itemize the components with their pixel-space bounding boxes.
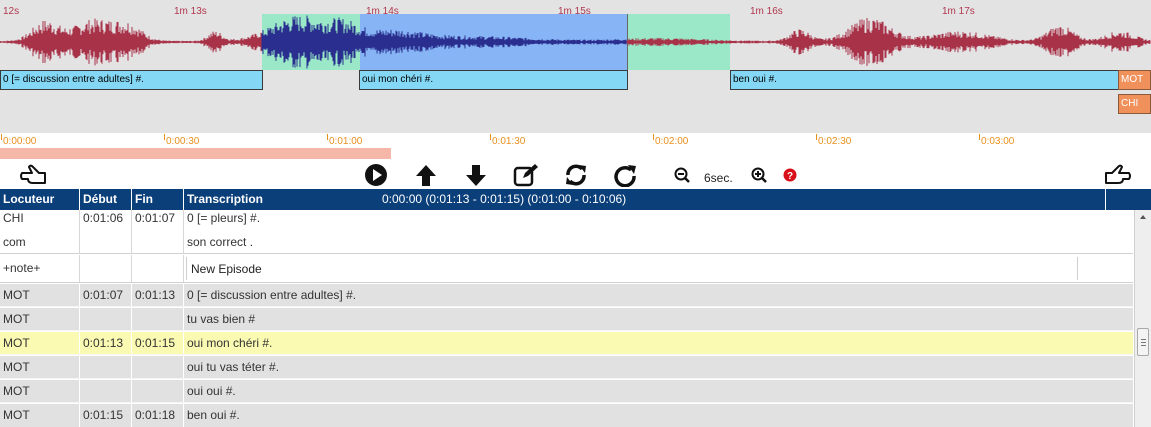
time-label: 12s bbox=[3, 6, 20, 17]
cell-transcription[interactable]: son correct . bbox=[184, 233, 1106, 253]
speaker-track-chi[interactable]: CHI bbox=[1118, 94, 1151, 114]
cell-speaker: MOT bbox=[0, 404, 80, 427]
timeline-tick bbox=[653, 134, 654, 140]
arrow-down-icon[interactable] bbox=[463, 162, 489, 188]
cell-end: 0:01:18 bbox=[132, 404, 184, 427]
cell-start: 0:01:07 bbox=[80, 284, 132, 306]
timeline-label: 0:00:00 bbox=[3, 136, 37, 147]
help-icon[interactable]: ? bbox=[782, 162, 798, 188]
table-header: Locuteur Début Fin Transcription 0:00:00… bbox=[0, 189, 1151, 210]
time-label: 1m 13s bbox=[174, 6, 207, 17]
table-row[interactable]: MOT tu vas bien # bbox=[0, 308, 1133, 331]
header-end[interactable]: Fin bbox=[132, 189, 184, 210]
refresh-icon[interactable] bbox=[563, 162, 589, 188]
cell-end: 0:01:15 bbox=[132, 332, 184, 354]
cell-speaker: MOT bbox=[0, 284, 80, 306]
note-input[interactable]: New Episode bbox=[186, 257, 1078, 280]
speaker-track-mot[interactable]: MOT bbox=[1118, 70, 1151, 90]
scroll-thumb[interactable] bbox=[1137, 328, 1149, 356]
cell-transcription[interactable]: oui tu vas téter #. bbox=[184, 356, 1106, 378]
timeline-tick bbox=[816, 134, 817, 140]
segment-ben-oui[interactable]: ben oui #. bbox=[730, 70, 1119, 90]
svg-text:?: ? bbox=[787, 171, 793, 182]
cell-start bbox=[80, 255, 132, 282]
cell-start: 0:01:13 bbox=[80, 332, 132, 354]
header-transcription[interactable]: Transcription bbox=[184, 189, 1106, 210]
cell-end bbox=[132, 233, 184, 253]
zoom-in-icon[interactable] bbox=[750, 162, 768, 188]
timeline-tick bbox=[979, 134, 980, 140]
cell-speaker: MOT bbox=[0, 380, 80, 402]
time-label: 1m 15s bbox=[558, 6, 591, 17]
cell-speaker: CHI bbox=[0, 210, 80, 233]
time-label: 1m 17s bbox=[942, 6, 975, 17]
hand-left-icon[interactable] bbox=[18, 162, 50, 188]
segment-discussion[interactable]: 0 [= discussion entre adultes] #. bbox=[0, 70, 263, 90]
header-speaker[interactable]: Locuteur bbox=[0, 189, 80, 210]
zoom-out-icon[interactable] bbox=[673, 162, 691, 188]
cell-speaker: +note+ bbox=[0, 255, 80, 282]
edit-icon[interactable] bbox=[513, 162, 539, 188]
redo-icon[interactable] bbox=[612, 162, 638, 188]
hand-right-icon[interactable] bbox=[1101, 162, 1133, 188]
cell-transcription[interactable]: ben oui #. bbox=[184, 404, 1106, 427]
timeline-tick bbox=[490, 134, 491, 140]
header-start[interactable]: Début bbox=[80, 189, 132, 210]
timeline-progress-bar[interactable] bbox=[0, 148, 392, 159]
vertical-scrollbar[interactable] bbox=[1134, 210, 1151, 427]
table-row-selected[interactable]: MOT 0:01:13 0:01:15 oui mon chéri #. bbox=[0, 332, 1133, 355]
cell-speaker: MOT bbox=[0, 356, 80, 378]
cell-transcription[interactable]: oui oui #. bbox=[184, 380, 1106, 402]
scroll-up-arrow[interactable] bbox=[1140, 215, 1146, 219]
timeline-label: 0:01:00 bbox=[329, 136, 363, 147]
cell-transcription[interactable]: 0 [= pleurs] #. bbox=[184, 210, 1106, 233]
timeline-tick bbox=[327, 134, 328, 140]
time-range-info: 0:00:00 (0:01:13 - 0:01:15) (0:01:00 - 0… bbox=[382, 192, 627, 206]
note-input-value: New Episode bbox=[191, 262, 262, 276]
cell-start bbox=[80, 308, 132, 330]
cell-end bbox=[132, 308, 184, 330]
cell-end: 0:01:13 bbox=[132, 284, 184, 306]
timeline-label: 0:02:30 bbox=[818, 136, 852, 147]
segment-oui-mon-cheri[interactable]: oui mon chéri #. bbox=[359, 70, 628, 90]
cell-start bbox=[80, 380, 132, 402]
note-row[interactable]: +note+ New Episode bbox=[0, 255, 1133, 283]
table-row[interactable]: MOT oui oui #. bbox=[0, 380, 1133, 403]
arrow-up-icon[interactable] bbox=[413, 162, 439, 188]
audio-waveform[interactable] bbox=[0, 14, 1151, 70]
cell-speaker: MOT bbox=[0, 308, 80, 330]
time-label: 1m 16s bbox=[750, 6, 783, 17]
cell-start bbox=[80, 356, 132, 378]
waveform-panel[interactable]: 12s 1m 13s 1m 14s 1m 15s 1m 16s 1m 17s 0… bbox=[0, 0, 1151, 133]
timeline-label: 0:03:00 bbox=[981, 136, 1015, 147]
cell-speaker: MOT bbox=[0, 332, 80, 354]
timeline-label: 0:02:00 bbox=[655, 136, 689, 147]
cell-start: 0:01:15 bbox=[80, 404, 132, 427]
time-label: 1m 14s bbox=[366, 6, 399, 17]
cell-end: 0:01:07 bbox=[132, 210, 184, 233]
cell-end bbox=[132, 380, 184, 402]
table-row[interactable]: MOT oui tu vas téter #. bbox=[0, 356, 1133, 379]
cell-transcription[interactable]: tu vas bien # bbox=[184, 308, 1106, 330]
cell-transcription[interactable]: oui mon chéri #. bbox=[184, 332, 1106, 354]
table-row[interactable]: com son correct . bbox=[0, 233, 1133, 254]
play-icon[interactable] bbox=[363, 162, 389, 188]
zoom-level-label: 6sec. bbox=[704, 171, 733, 185]
cell-speaker: com bbox=[0, 233, 80, 253]
cell-transcription[interactable]: 0 [= discussion entre adultes] #. bbox=[184, 284, 1106, 306]
cell-start bbox=[80, 233, 132, 253]
table-row[interactable]: MOT 0:01:15 0:01:18 ben oui #. bbox=[0, 404, 1133, 427]
cell-start: 0:01:06 bbox=[80, 210, 132, 233]
timeline-label: 0:00:30 bbox=[166, 136, 200, 147]
timeline-tick bbox=[164, 134, 165, 140]
cell-end bbox=[132, 356, 184, 378]
table-row[interactable]: CHI 0:01:06 0:01:07 0 [= pleurs] #. bbox=[0, 210, 1133, 233]
timeline-tick bbox=[1, 134, 2, 140]
table-row[interactable]: MOT 0:01:07 0:01:13 0 [= discussion entr… bbox=[0, 284, 1133, 307]
timeline-label: 0:01:30 bbox=[492, 136, 526, 147]
cell-end bbox=[132, 255, 184, 282]
